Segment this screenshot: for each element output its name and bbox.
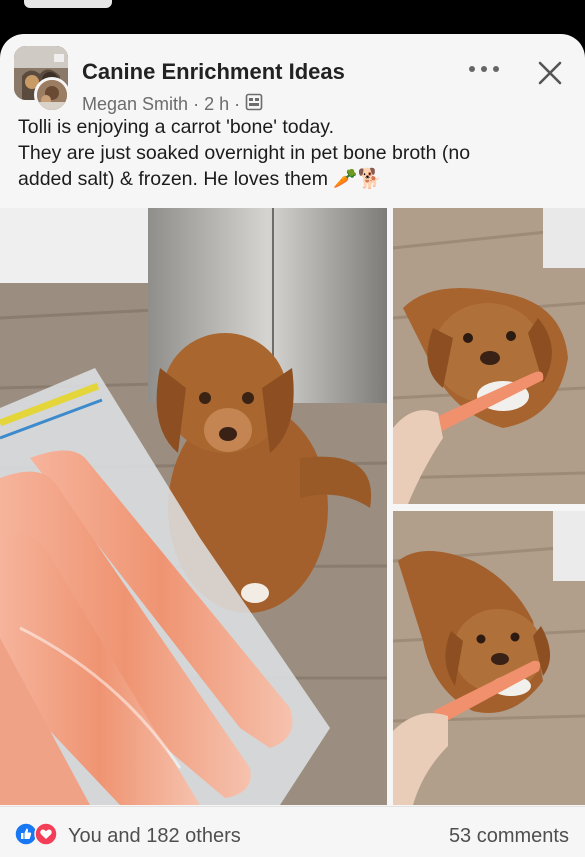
dog-emoji: 🐕: [357, 168, 382, 190]
post-meta: Megan Smith · 2 h ·: [82, 93, 263, 116]
comments-count[interactable]: 53 comments: [449, 825, 569, 848]
post-card: Canine Enrichment Ideas Megan Smith · 2 …: [0, 34, 585, 857]
like-icon: [14, 822, 38, 846]
meta-separator: ·: [193, 94, 200, 114]
reactions-bar: You and 182 others 53 comments: [0, 806, 585, 857]
photo-dog-taking-carrot[interactable]: [392, 208, 585, 504]
post-body: Tolli is enjoying a carrot 'bone' today.…: [18, 114, 578, 192]
post-line-2: They are just soaked overnight in pet bo…: [18, 142, 471, 164]
post-line-1: Tolli is enjoying a carrot 'bone' today.: [18, 116, 335, 138]
author-avatar[interactable]: [34, 77, 70, 113]
photo-dog-with-frozen-carrots[interactable]: [0, 208, 388, 805]
group-audience-icon: [245, 93, 263, 116]
home-indicator: [24, 0, 112, 8]
more-icon[interactable]: [469, 62, 499, 76]
carrot-emoji: 🥕: [333, 168, 358, 190]
post-time[interactable]: 2 h: [204, 94, 229, 115]
love-icon: [34, 822, 58, 846]
close-icon[interactable]: [533, 56, 567, 90]
author-name[interactable]: Megan Smith: [82, 94, 188, 115]
post-header: Canine Enrichment Ideas Megan Smith · 2 …: [14, 46, 571, 114]
photo-dog-holding-carrot[interactable]: [392, 511, 585, 805]
post-line-3: added salt) & frozen. He loves them 🥕🐕: [18, 166, 578, 192]
reaction-summary[interactable]: You and 182 others: [68, 825, 241, 848]
reaction-icons[interactable]: [14, 822, 62, 846]
post-line-3-text: added salt) & frozen. He loves them: [18, 168, 328, 190]
group-name[interactable]: Canine Enrichment Ideas: [82, 59, 345, 85]
meta-separator-2: ·: [234, 94, 241, 114]
